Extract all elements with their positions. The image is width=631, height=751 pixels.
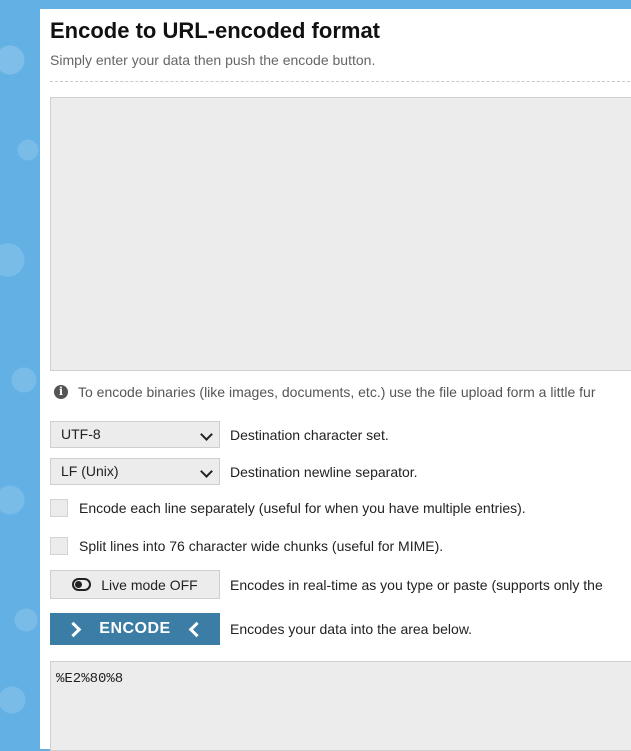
- page-title: Encode to URL-encoded format: [50, 18, 381, 43]
- live-mode-description: Encodes in real-time as you type or past…: [230, 576, 603, 593]
- input-textarea[interactable]: [50, 97, 631, 371]
- live-mode-button-label: Live mode OFF: [101, 576, 198, 593]
- each-line-row: Encode each line separately (useful for …: [50, 499, 526, 517]
- output-textarea[interactable]: %E2%80%8: [50, 661, 631, 751]
- live-mode-button[interactable]: Live mode OFF: [50, 570, 220, 599]
- newline-select[interactable]: LF (Unix): [50, 458, 220, 485]
- charset-select[interactable]: UTF-8: [50, 421, 220, 448]
- main-panel: Encode to URL-encoded format Simply ente…: [40, 9, 631, 751]
- background-pattern: [0, 0, 40, 735]
- chevron-left-icon: [188, 621, 204, 637]
- upload-note-text: To encode binaries (like images, documen…: [78, 384, 596, 400]
- chevron-down-icon: [200, 428, 213, 441]
- split-lines-label[interactable]: Split lines into 76 character wide chunk…: [79, 538, 443, 554]
- newline-label: Destination newline separator.: [230, 463, 418, 480]
- each-line-checkbox[interactable]: [50, 499, 68, 517]
- chevron-down-icon: [200, 465, 213, 478]
- encode-button[interactable]: ENCODE: [50, 613, 220, 645]
- split-lines-checkbox[interactable]: [50, 537, 68, 555]
- upload-note: i To encode binaries (like images, docum…: [54, 384, 595, 400]
- chevron-right-icon: [65, 621, 82, 637]
- live-mode-row: Live mode OFF Encodes in real-time as yo…: [50, 570, 603, 599]
- encode-row: ENCODE Encodes your data into the area b…: [50, 613, 472, 645]
- charset-row: UTF-8 Destination character set.: [50, 421, 389, 448]
- newline-selected-value: LF (Unix): [61, 463, 119, 479]
- info-icon: i: [54, 385, 68, 399]
- charset-selected-value: UTF-8: [61, 426, 101, 442]
- split-lines-row: Split lines into 76 character wide chunk…: [50, 537, 443, 555]
- each-line-label[interactable]: Encode each line separately (useful for …: [79, 500, 526, 516]
- encode-description: Encodes your data into the area below.: [230, 621, 473, 637]
- newline-row: LF (Unix) Destination newline separator.: [50, 458, 418, 485]
- charset-label: Destination character set.: [230, 426, 389, 443]
- divider: [50, 81, 631, 82]
- toggle-off-icon: [72, 578, 92, 591]
- encode-button-label: ENCODE: [99, 620, 171, 637]
- page-subtitle: Simply enter your data then push the enc…: [50, 52, 376, 68]
